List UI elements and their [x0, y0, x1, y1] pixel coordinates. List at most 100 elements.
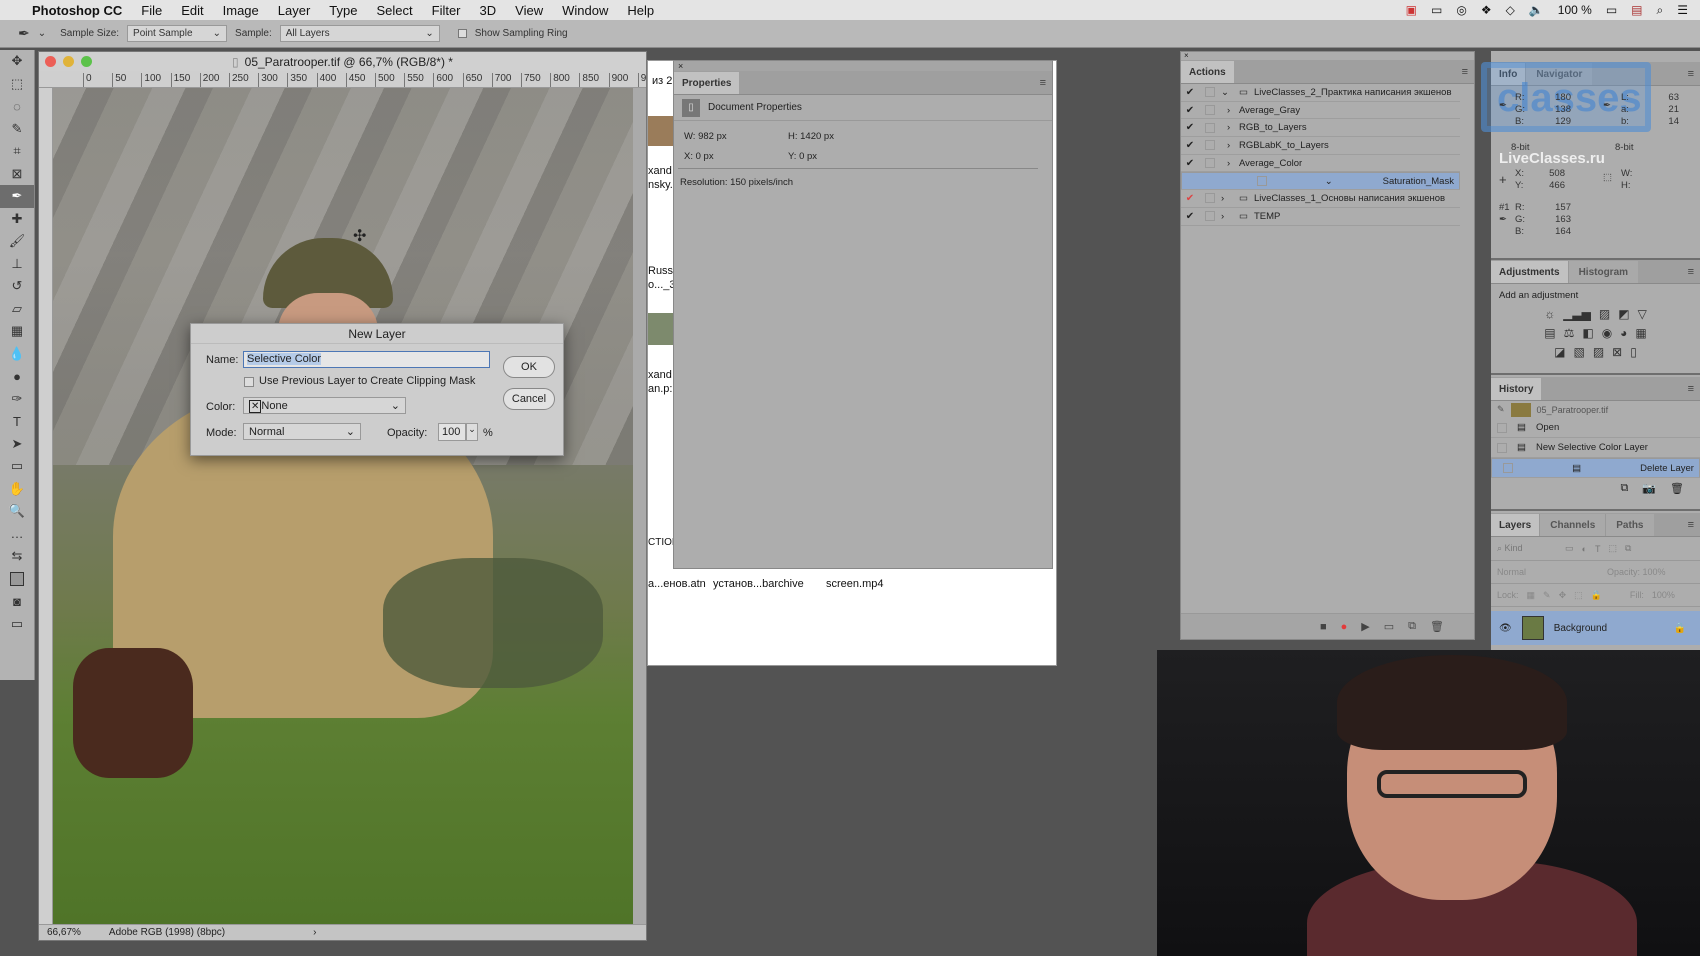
history-source-toggle[interactable]	[1497, 422, 1507, 433]
dialog-toggle[interactable]	[1205, 122, 1215, 133]
path-select-icon[interactable]: ➤	[0, 433, 34, 456]
layer-opacity-input[interactable]: 100%	[1643, 567, 1666, 577]
menu-filter[interactable]: Filter	[432, 3, 461, 18]
gradient-map-icon[interactable]: ▯	[1630, 345, 1637, 359]
chevron-right-icon[interactable]: ›	[1227, 140, 1239, 151]
eyedropper-icon[interactable]: ✒	[18, 25, 30, 42]
crop-tool-icon[interactable]: ⌗	[0, 140, 34, 163]
chevron-down-icon[interactable]: ⌄	[38, 28, 46, 39]
lock-paint-icon[interactable]: ✎	[1543, 590, 1551, 601]
tab-actions[interactable]: Actions	[1181, 61, 1234, 83]
stop-icon[interactable]: ■	[1320, 621, 1327, 633]
action-row[interactable]: ✔ › ▭ TEMP	[1181, 208, 1460, 226]
finder-item[interactable]: Russi	[648, 265, 676, 277]
history-state[interactable]: ▤ Open	[1491, 418, 1700, 438]
selective-color-icon[interactable]: ⊠	[1612, 345, 1622, 359]
finder-file[interactable]: установ...barchive	[713, 578, 804, 590]
chevron-right-icon[interactable]: ›	[1227, 122, 1239, 133]
chevron-right-icon[interactable]: ›	[1221, 193, 1233, 204]
name-input[interactable]: Selective Color	[243, 351, 490, 368]
y-value[interactable]: Y: 0 px	[788, 151, 817, 162]
sample-select[interactable]: All Layers ⌄	[279, 25, 440, 42]
dodge-tool-icon[interactable]: ●	[0, 365, 34, 388]
action-row[interactable]: ✔ › Average_Color	[1181, 155, 1460, 173]
invert-icon[interactable]: ◪	[1554, 345, 1565, 359]
toggle-check[interactable]: ✔	[1181, 211, 1199, 222]
cancel-button[interactable]: Cancel	[503, 388, 555, 410]
zoom-button[interactable]	[81, 56, 92, 67]
menu-type[interactable]: Type	[329, 3, 357, 18]
toggle-check[interactable]: ✔	[1181, 193, 1199, 204]
dialog-toggle[interactable]	[1205, 211, 1215, 222]
lasso-tool-icon[interactable]: ◌	[0, 95, 34, 118]
menu-edit[interactable]: Edit	[181, 3, 203, 18]
chevron-right-icon[interactable]: ›	[1227, 105, 1239, 116]
trash-icon[interactable]: 🗑	[1430, 620, 1444, 633]
action-row[interactable]: ⌄ Saturation_Mask	[1181, 172, 1460, 191]
toggle-check[interactable]: ✔	[1181, 122, 1199, 133]
eyedropper-tool-icon[interactable]: ✒	[0, 185, 34, 208]
tab-paths[interactable]: Paths	[1605, 514, 1654, 536]
panel-menu-icon[interactable]: ≡	[1688, 519, 1694, 531]
action-row[interactable]: ✔ › Average_Gray	[1181, 102, 1460, 120]
panel-menu-icon[interactable]: ≡	[1040, 77, 1046, 89]
blur-tool-icon[interactable]: 💧	[0, 343, 34, 366]
history-brush-icon[interactable]: ↺	[0, 275, 34, 298]
tab-histogram[interactable]: Histogram	[1567, 261, 1639, 283]
quick-mask-icon[interactable]: ◙	[0, 590, 34, 613]
dialog-toggle[interactable]	[1256, 176, 1267, 187]
dialog-toggle[interactable]	[1205, 105, 1215, 116]
gradient-tool-icon[interactable]: ▦	[0, 320, 34, 343]
menu-help[interactable]: Help	[627, 3, 654, 18]
chevron-down-icon[interactable]: ⌄	[1325, 176, 1337, 187]
opacity-dropdown[interactable]: ⌄	[466, 423, 478, 441]
document-titlebar[interactable]: ▯ 05_Paratrooper.tif @ 66,7% (RGB/8*) *	[39, 52, 646, 71]
width-value[interactable]: W: 982 px	[684, 131, 727, 142]
sampling-ring-checkbox[interactable]	[457, 29, 467, 38]
quick-select-tool-icon[interactable]: ✎	[0, 118, 34, 141]
frame-tool-icon[interactable]: ⊠	[0, 163, 34, 186]
screen-mode-icon[interactable]: ▭	[0, 613, 34, 636]
rectangle-tool-icon[interactable]: ▭	[0, 455, 34, 478]
new-document-icon[interactable]: ⧉	[1620, 482, 1628, 495]
menu-window[interactable]: Window	[562, 3, 608, 18]
finder-item[interactable]: o..._3	[648, 279, 676, 291]
lock-pixels-icon[interactable]: ▦	[1527, 590, 1536, 601]
color-lookup-icon[interactable]: ▦	[1635, 326, 1646, 340]
dialog-toggle[interactable]	[1205, 193, 1215, 204]
eye-icon[interactable]: 👁	[1499, 623, 1512, 634]
exposure-icon[interactable]: ◩	[1618, 307, 1629, 321]
snapshot-label[interactable]: 05_Paratrooper.tif	[1537, 405, 1609, 415]
flag-icon[interactable]: ▤	[1631, 3, 1642, 17]
display-icon[interactable]: ▭	[1431, 3, 1442, 17]
tab-properties[interactable]: Properties	[674, 72, 740, 94]
marquee-tool-icon[interactable]: ⬚	[0, 73, 34, 96]
clipping-mask-checkbox[interactable]	[244, 377, 254, 387]
search-icon[interactable]: ⌕	[1657, 3, 1664, 18]
new-set-icon[interactable]: ▭	[1384, 620, 1394, 633]
dialog-toggle[interactable]	[1205, 87, 1215, 98]
more-tools-icon[interactable]: …	[0, 523, 34, 546]
type-tool-icon[interactable]: T	[0, 410, 34, 433]
finder-thumbnail[interactable]	[648, 313, 674, 345]
history-source-toggle[interactable]	[1497, 442, 1507, 453]
color-select[interactable]: ✕ None ⌄	[243, 397, 406, 414]
mode-select[interactable]: Normal ⌄	[243, 423, 361, 440]
x-value[interactable]: X: 0 px	[684, 151, 714, 162]
tab-layers[interactable]: Layers	[1491, 514, 1540, 536]
chevron-right-icon[interactable]: ›	[1221, 211, 1233, 222]
panel-menu-icon[interactable]: ≡	[1688, 383, 1694, 395]
tab-history[interactable]: History	[1491, 378, 1542, 400]
panel-menu-icon[interactable]: ≡	[1688, 68, 1694, 80]
menu-view[interactable]: View	[515, 3, 543, 18]
dropbox-icon[interactable]: ❖	[1481, 3, 1492, 17]
finder-file[interactable]: a...енов.atn	[648, 578, 706, 590]
action-row[interactable]: ✔ ⌄ ▭ LiveClasses_2_Практика написания экше…	[1181, 84, 1460, 102]
history-state[interactable]: ▤ New Selective Color Layer	[1491, 438, 1700, 458]
history-state[interactable]: ▤ Delete Layer	[1491, 458, 1700, 478]
finder-file[interactable]: screen.mp4	[826, 578, 883, 590]
chevron-right-icon[interactable]: ›	[1227, 158, 1239, 169]
swap-colors-icon[interactable]: ⇆	[0, 545, 34, 568]
brightness-icon[interactable]: ☼	[1544, 307, 1555, 321]
photo-filter-icon[interactable]: ◉	[1602, 326, 1612, 340]
